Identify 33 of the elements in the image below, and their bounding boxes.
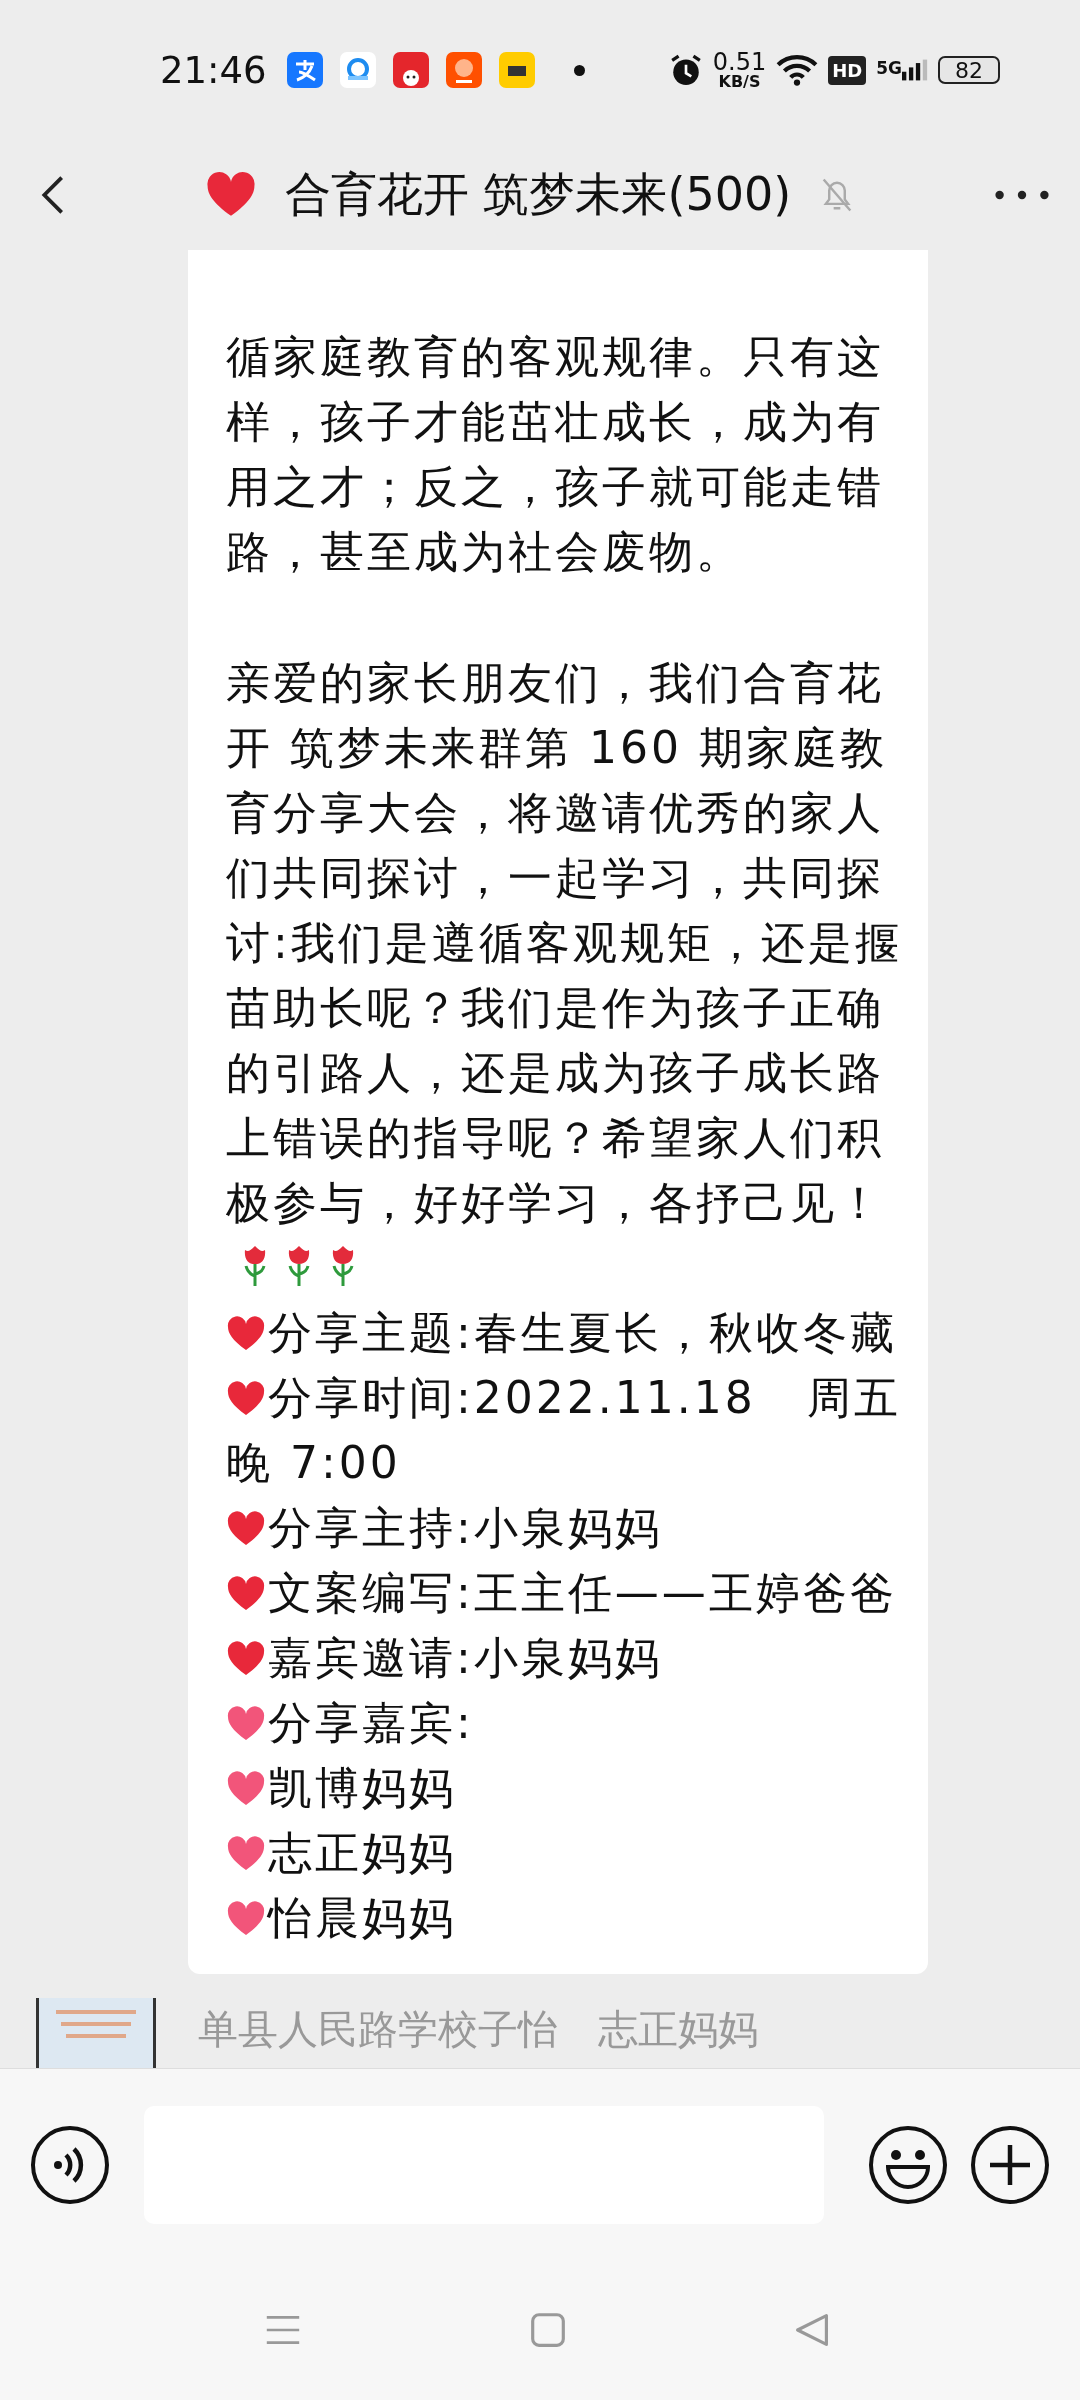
message-text: 分享时间:2022.11.18 周五晚 7:00: [226, 1372, 901, 1488]
status-time: 21:46: [160, 48, 268, 92]
message-text: 凯博妈妈: [268, 1762, 456, 1813]
chat-title: 合育花开 筑梦未来(500): [284, 166, 792, 223]
message-text: 分享主题:春生夏长，秋收冬藏: [268, 1307, 897, 1358]
network-speed: 0.51: [712, 50, 767, 74]
message-text: 分享嘉宾:: [268, 1697, 474, 1748]
message-text: 志正妈妈: [268, 1827, 456, 1878]
notification-dot-icon: [574, 64, 585, 76]
message-text: 嘉宾邀请:小泉妈妈: [268, 1632, 662, 1683]
wifi-icon: [776, 53, 819, 87]
message-text: 亲爱的家长朋友们，我们合育花开 筑梦未来群第 160 期家庭教育分享大会，将邀请优秀的家人们共同探讨，一起学习，共同探讨:我们是遵循客观规矩，还是揠苗助长呢？我们是作为孩子正确的引路人，还是成为孩子成长路上错误的指导呢？希望家人们积极参与，好好学习，各抒己见！: [226, 657, 902, 1228]
network-type: 5G: [876, 58, 902, 78]
sender-name: 单县人民路学校子怡 志正妈妈: [198, 2005, 758, 2054]
home-icon[interactable]: [529, 2312, 566, 2348]
store-app-icon: [499, 52, 535, 88]
voice-icon[interactable]: [30, 2124, 110, 2205]
message-text: 分享主持:小泉妈妈: [268, 1502, 662, 1553]
shopping-app-icon: [393, 52, 429, 88]
signal-icon: [902, 58, 928, 82]
add-icon[interactable]: [970, 2124, 1050, 2205]
shopping-app-icon: [446, 52, 482, 88]
emoji-icon[interactable]: [868, 2124, 948, 2205]
browser-app-icon: [340, 52, 376, 88]
speed-unit: KB/S: [718, 74, 761, 90]
back-triangle-icon[interactable]: [794, 2312, 830, 2348]
payment-app-icon: [287, 52, 323, 88]
message-text: 循家庭教育的客观规律。只有这样，孩子才能茁壮成长，成为有用之才；反之，孩子就可能走错路，甚至成为社会废物。: [226, 331, 884, 577]
battery-indicator: 82: [938, 56, 1000, 84]
message-text: 文案编写:王主任——王婷爸爸: [268, 1567, 897, 1618]
more-icon[interactable]: [994, 188, 1050, 202]
hd-badge: HD: [828, 55, 867, 85]
message-text: 怡晨妈妈: [268, 1892, 456, 1943]
